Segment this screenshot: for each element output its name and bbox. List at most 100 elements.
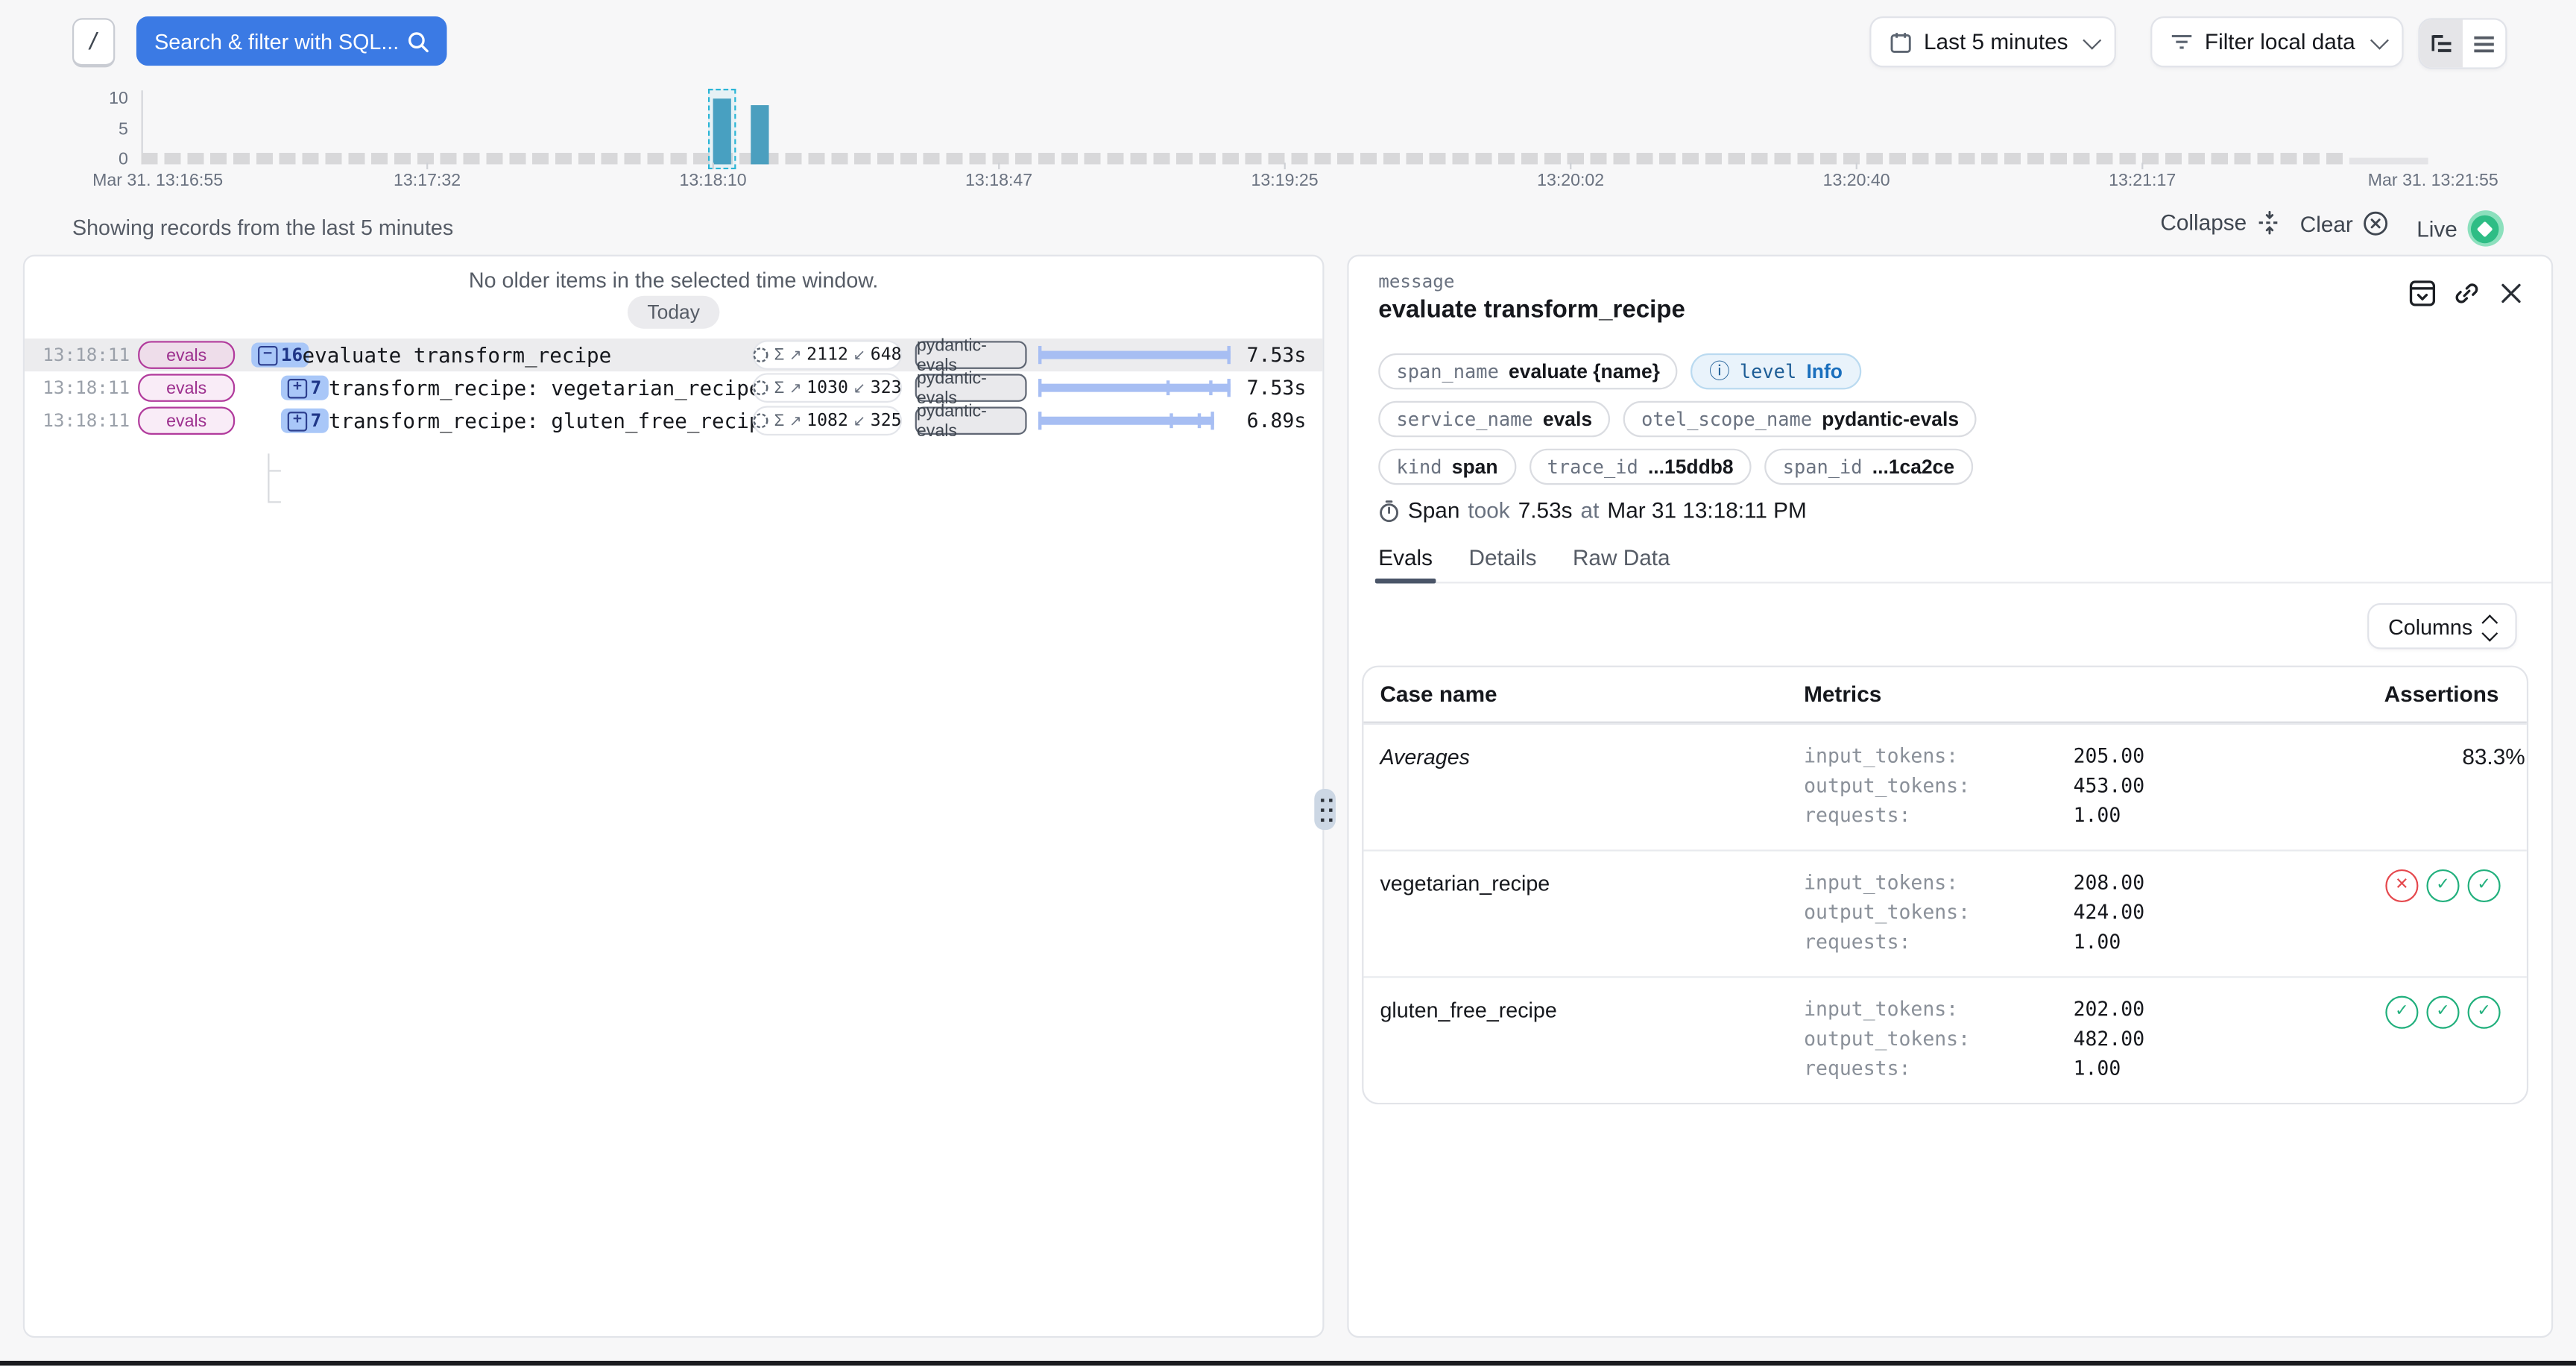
collapse-node-icon: − [258, 345, 277, 365]
children-count-badge[interactable]: − 16 [251, 343, 309, 368]
token-usage-chip[interactable]: Σ ↗ 1030 ↙ 323 [752, 373, 902, 403]
token-coin-icon [753, 412, 769, 429]
metric-key: requests: [1804, 800, 2073, 830]
assertion-pass-icon[interactable]: ✓ [2426, 869, 2459, 901]
attr-key: level [1740, 360, 1796, 383]
tokens-up-icon: ↗ [789, 379, 802, 397]
trace-row[interactable]: 13:18:11 evals + 7 transform_recipe: veg… [25, 371, 1322, 404]
day-separator-badge: Today [628, 296, 719, 329]
y-axis-tick: 0 [66, 150, 128, 169]
assertion-icons[interactable]: ✓✓✓ [2300, 994, 2527, 1083]
tokens-down-value: 648 [871, 345, 902, 365]
service-tag[interactable]: evals [138, 407, 235, 435]
sum-icon: Σ [774, 379, 785, 397]
otel-scope-tag[interactable]: pydantic-evals [915, 374, 1027, 401]
panel-resize-handle[interactable] [1314, 789, 1336, 830]
duration-value: 6.89s [1247, 409, 1307, 432]
time-range-dropdown[interactable]: Last 5 minutes [1869, 16, 2115, 67]
attr-trace-id[interactable]: trace_id ...15ddb8 [1529, 449, 1751, 485]
x-axis-tick: 13:18:47 [965, 171, 1032, 190]
timeline-plot[interactable] [142, 98, 2428, 164]
token-usage-chip[interactable]: Σ ↗ 2112 ↙ 648 [752, 340, 902, 370]
view-mode-toggle [2418, 18, 2507, 69]
stopwatch-icon [1378, 499, 1400, 522]
metric-key: output_tokens: [1804, 771, 2073, 801]
trace-timestamp: 13:18:11 [42, 410, 130, 432]
took-word: at [1581, 498, 1600, 523]
flat-view-button[interactable] [2463, 19, 2505, 67]
filter-dropdown[interactable]: Filter local data [2150, 16, 2402, 67]
attr-span-id[interactable]: span_id ...1ca2ce [1764, 449, 1972, 485]
case-name: vegetarian_recipe [1363, 868, 1790, 957]
evals-row-averages[interactable]: Averages input_tokens:205.00 output_toke… [1363, 723, 2527, 850]
columns-button[interactable]: Columns [2367, 603, 2516, 649]
attr-service-name[interactable]: service_name evals [1378, 401, 1610, 437]
otel-scope-tag[interactable]: pydantic-evals [915, 341, 1027, 368]
col-case-name: Case name [1363, 682, 1790, 707]
attr-value: evaluate {name} [1509, 360, 1660, 383]
metric-key: input_tokens: [1804, 741, 2073, 771]
token-coin-icon [753, 347, 769, 363]
search-button[interactable]: Search & filter with SQL... [136, 16, 447, 66]
service-tag[interactable]: evals [138, 374, 235, 401]
col-assertions: Assertions [2300, 682, 2527, 707]
tab-details[interactable]: Details [1468, 546, 1536, 582]
chevrons-up-down-icon [2484, 614, 2496, 638]
tree-view-icon [2429, 33, 2454, 54]
trace-rows: 13:18:11 evals − 16 evaluate transform_r… [25, 339, 1322, 437]
tab-evals[interactable]: Evals [1378, 546, 1433, 582]
clear-button[interactable]: Clear [2300, 210, 2390, 236]
copy-link-icon[interactable] [2452, 277, 2481, 307]
timeline-bar[interactable] [751, 105, 768, 164]
children-count-badge[interactable]: + 7 [281, 409, 328, 433]
attr-key: trace_id [1547, 456, 1638, 479]
assertion-pass-icon[interactable]: ✓ [2426, 995, 2459, 1028]
attr-otel-scope[interactable]: otel_scope_name pydantic-evals [1623, 401, 1977, 437]
info-icon: ⓘ [1709, 361, 1730, 382]
metric-value: 482.00 [2074, 1027, 2145, 1051]
attr-kind[interactable]: kind span [1378, 449, 1516, 485]
detail-tabs: Evals Details Raw Data [1378, 546, 2551, 584]
duration-bar [1038, 412, 1214, 429]
evals-row-vegetarian[interactable]: vegetarian_recipe input_tokens:208.00 ou… [1363, 850, 2527, 977]
evals-table: Case name Metrics Assertions Averages in… [1362, 666, 2528, 1104]
metric-value: 205.00 [2074, 744, 2145, 767]
assertions-percentage: 83.3% [2300, 741, 2527, 830]
level-badge[interactable]: ⓘ level Info [1691, 353, 1860, 389]
close-icon[interactable] [2496, 277, 2525, 307]
assertion-fail-icon[interactable]: ✕ [2385, 869, 2418, 901]
calendar-icon [1890, 31, 1913, 54]
trace-row[interactable]: 13:18:11 evals + 7 transform_recipe: glu… [25, 404, 1322, 437]
token-usage-chip[interactable]: Σ ↗ 1082 ↙ 325 [752, 406, 902, 435]
attr-key: service_name [1396, 408, 1532, 431]
tokens-up-icon: ↗ [789, 412, 802, 429]
tab-raw-data[interactable]: Raw Data [1573, 546, 1670, 582]
live-toggle[interactable]: Live [2416, 210, 2503, 246]
expand-node-icon: + [288, 411, 307, 430]
tree-view-button[interactable] [2420, 19, 2463, 67]
x-axis-tick: 13:17:32 [394, 171, 461, 190]
children-count-badge[interactable]: + 7 [281, 376, 328, 400]
otel-scope-tag[interactable]: pydantic-evals [915, 407, 1027, 435]
attr-span-name[interactable]: span_name evaluate {name} [1378, 353, 1678, 389]
dock-panel-icon[interactable] [2407, 277, 2437, 307]
token-coin-icon [753, 380, 769, 396]
tokens-up-value: 1082 [806, 411, 848, 430]
trace-row[interactable]: 13:18:11 evals − 16 evaluate transform_r… [25, 339, 1322, 371]
collapse-button[interactable]: Collapse [2160, 210, 2281, 235]
assertion-pass-icon[interactable]: ✓ [2385, 995, 2418, 1028]
screen-bottom-edge [0, 1361, 2576, 1366]
metric-value: 202.00 [2074, 998, 2145, 1021]
sum-icon: Σ [774, 346, 785, 364]
assertion-pass-icon[interactable]: ✓ [2468, 869, 2501, 901]
metric-key: output_tokens: [1804, 897, 2073, 927]
x-axis-tick: Mar 31. 13:21:55 [2368, 171, 2498, 190]
evals-row-gluten-free[interactable]: gluten_free_recipe input_tokens:202.00 o… [1363, 976, 2527, 1103]
assertion-pass-icon[interactable]: ✓ [2468, 995, 2501, 1028]
live-label: Live [2416, 216, 2457, 241]
x-axis-tick: 13:20:02 [1537, 171, 1604, 190]
children-count: 7 [311, 410, 322, 432]
assertion-icons[interactable]: ✕✓✓ [2300, 868, 2527, 957]
columns-label: Columns [2388, 614, 2472, 638]
service-tag[interactable]: evals [138, 341, 235, 368]
